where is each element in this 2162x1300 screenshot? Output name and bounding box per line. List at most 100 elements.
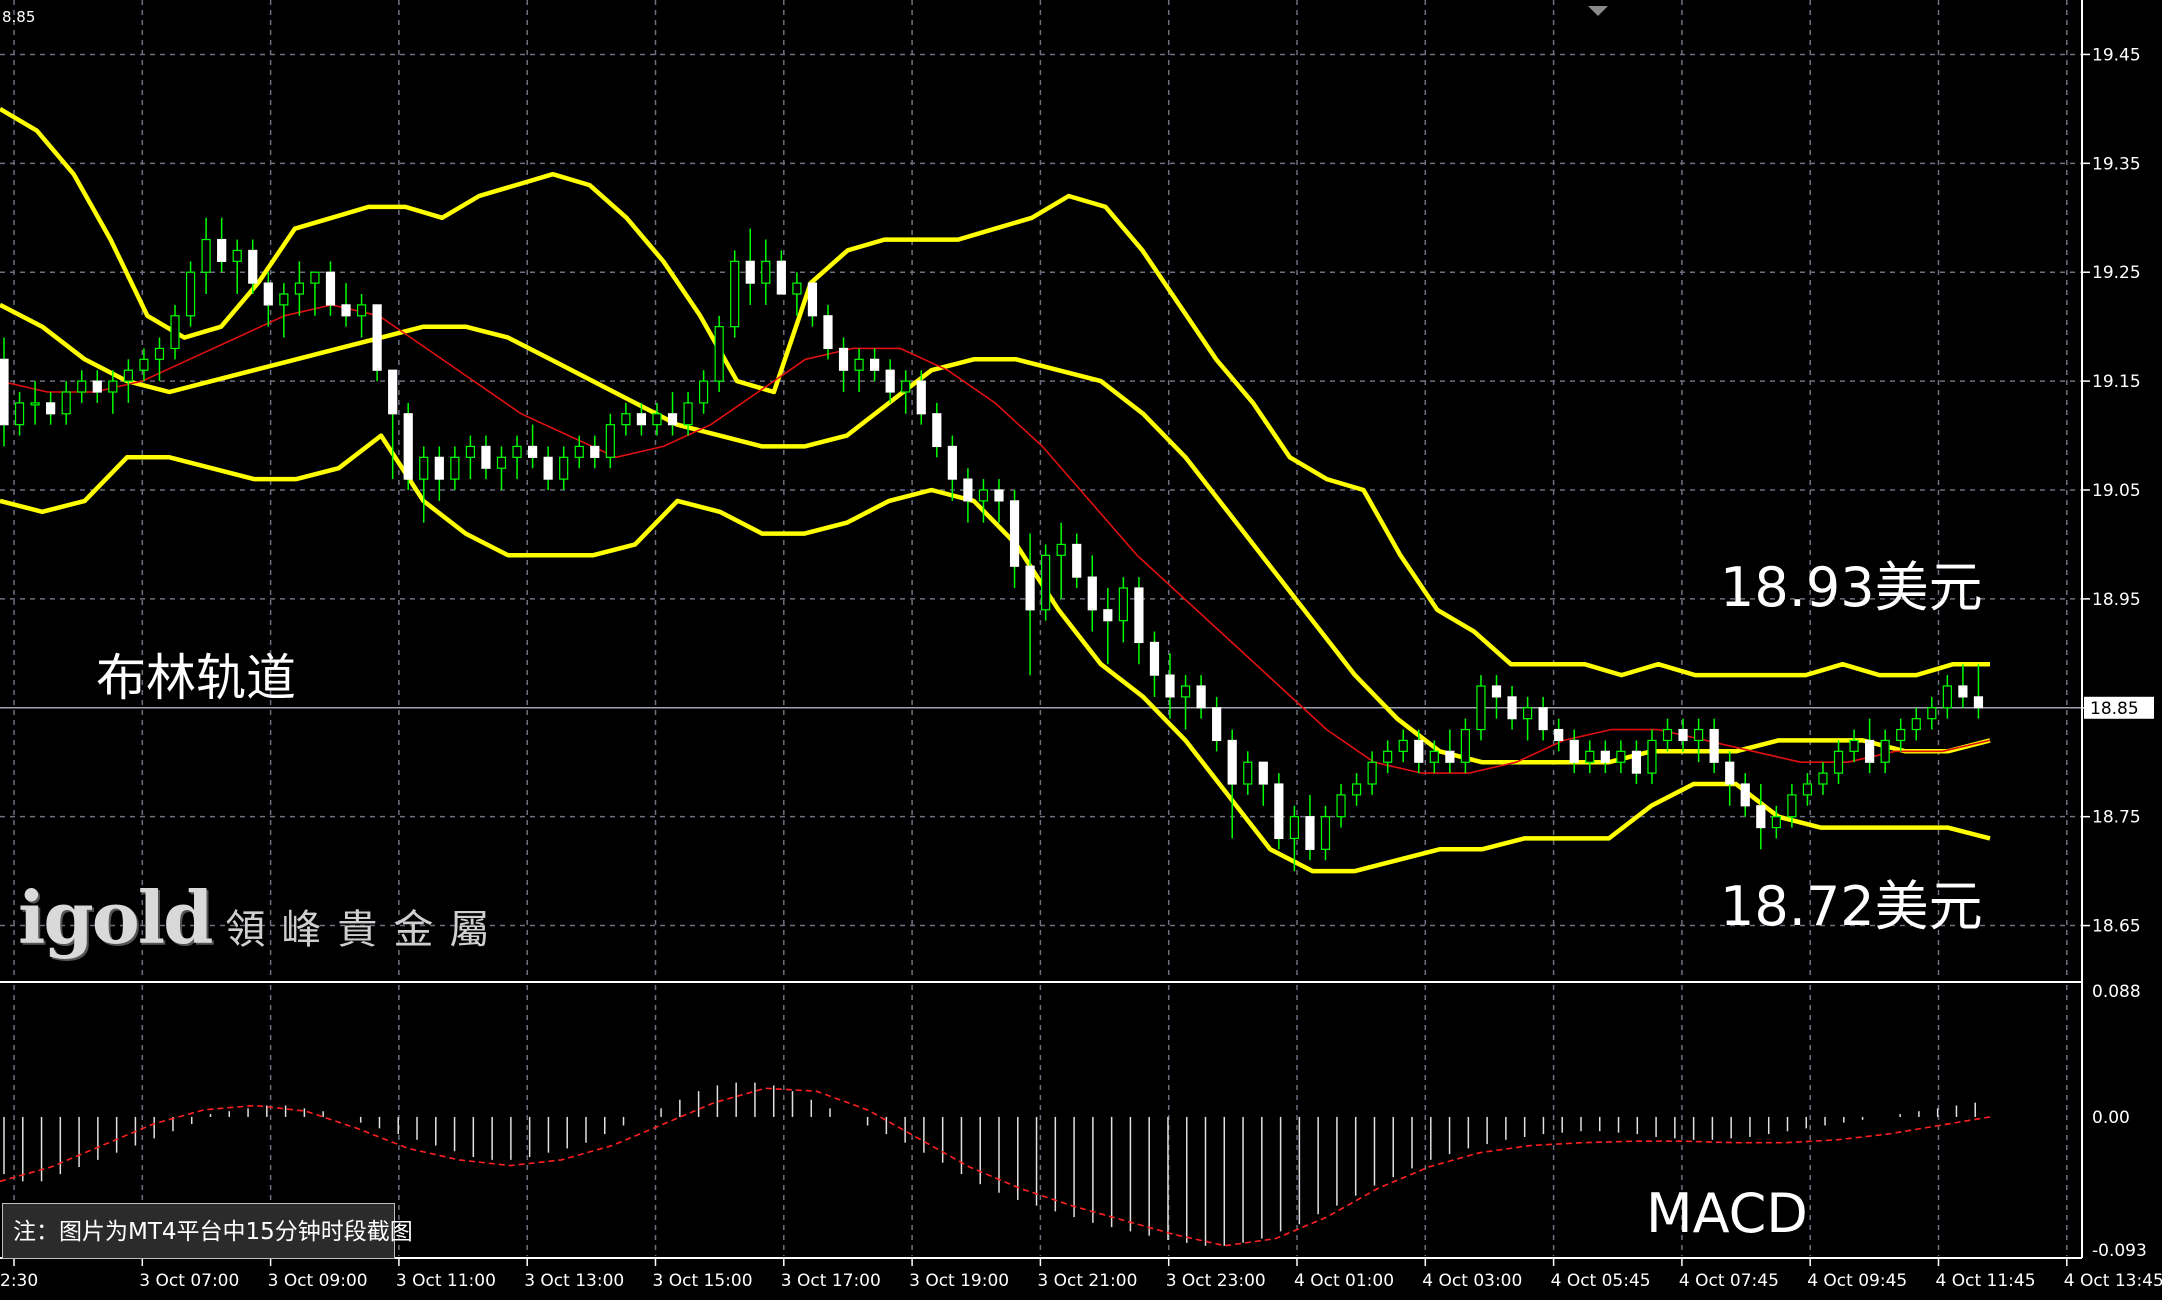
candle-body: [1072, 543, 1082, 578]
candle-body: [154, 347, 165, 360]
price-tick-label: 19.35: [2092, 154, 2141, 174]
candle-body: [636, 413, 647, 426]
candle-body: [730, 260, 740, 328]
candle-body: [1849, 739, 1859, 752]
bollinger-label: 布林轨道: [96, 649, 296, 707]
candle-body: [1445, 750, 1455, 763]
candle-body: [870, 358, 880, 371]
candle-body: [916, 380, 926, 415]
candle-body: [1600, 750, 1610, 763]
candle-body: [1569, 739, 1579, 763]
candle-body: [248, 249, 258, 284]
candle-body: [1833, 750, 1844, 774]
candle-body: [1336, 794, 1346, 818]
price-tick-label: 18.65: [2092, 917, 2141, 937]
candle-body: [139, 358, 149, 371]
candle-body: [1958, 685, 1968, 698]
time-tick-label: 4 Oct 11:45: [1936, 1271, 2036, 1291]
candle-body: [294, 282, 304, 295]
candle-body: [1740, 783, 1750, 807]
current-price-label: 18.85: [2090, 699, 2139, 719]
igold-logo: igold 領峰貴金屬: [18, 875, 505, 960]
candle-body: [279, 293, 289, 306]
moving-average-line: [0, 304, 1991, 774]
candle-body: [496, 456, 507, 469]
candle-body: [1927, 707, 1937, 720]
candle-body: [947, 445, 957, 480]
candle-body: [450, 456, 460, 480]
price-tick-label: 19.15: [2092, 372, 2141, 392]
time-tick-label: 3 Oct 09:00: [268, 1271, 368, 1291]
candle-body: [1709, 728, 1719, 763]
candle-body: [1103, 609, 1113, 622]
candle-body: [1414, 739, 1424, 763]
candle-body: [1383, 750, 1393, 763]
macd-tick-label: 0.00: [2092, 1108, 2130, 1128]
grid-lines: [0, 0, 2082, 1256]
time-tick-label: 3 Oct 11:00: [396, 1271, 496, 1291]
candle-body: [419, 456, 429, 480]
upper-level-label: 18.93美元: [1720, 556, 1983, 619]
candle-body: [543, 456, 553, 480]
candle-body: [403, 413, 413, 480]
candle-body: [1212, 707, 1222, 742]
candle-body: [1289, 816, 1299, 840]
candle-body: [61, 391, 71, 415]
logo-brand: igold: [18, 875, 213, 960]
macd-tick-label: 0.088: [2092, 982, 2141, 1002]
candle-body: [1041, 554, 1051, 611]
candle-body: [574, 445, 584, 458]
candle-body: [1522, 707, 1533, 720]
candle-body: [932, 413, 942, 448]
candle-body: [854, 358, 864, 371]
candle-body: [1243, 761, 1253, 785]
candle-body: [481, 445, 491, 469]
candle-body: [1802, 783, 1813, 796]
candle-body: [699, 380, 709, 404]
bollinger-middle-line: [0, 302, 1991, 765]
time-tick-label: 4 Oct 07:45: [1679, 1271, 1779, 1291]
candle-body: [372, 304, 382, 371]
candle-body: [465, 445, 476, 458]
candle-body: [1227, 739, 1237, 785]
time-tick-label: 4 Oct 13:45: [2064, 1271, 2162, 1291]
candle-body: [185, 271, 196, 317]
candle-body: [1398, 739, 1408, 752]
candle-body: [1818, 772, 1828, 785]
macd-tick-label: -0.093: [2092, 1241, 2147, 1261]
candle-body: [714, 326, 724, 382]
candle-body: [1694, 728, 1704, 742]
candle-body: [1320, 816, 1331, 850]
macd-label: MACD: [1646, 1182, 1808, 1245]
candle-body: [1538, 707, 1548, 731]
candle-body: [170, 315, 180, 350]
candle-body: [1865, 739, 1875, 763]
time-tick-label: 4 Oct 03:00: [1422, 1271, 1522, 1291]
candle-body: [263, 282, 273, 306]
candle-body: [1507, 696, 1517, 720]
candle-body: [1787, 794, 1797, 818]
candle-body: [1056, 543, 1066, 556]
candle-body: [527, 445, 538, 458]
candle-body: [559, 456, 569, 480]
candle-body: [761, 260, 771, 284]
candle-body: [1756, 805, 1766, 829]
candle-body: [310, 271, 320, 284]
time-tick-label: 4 Oct 01:00: [1294, 1271, 1394, 1291]
candle-body: [341, 304, 351, 317]
candle-body: [1554, 728, 1564, 742]
candle-body: [1585, 750, 1595, 763]
candle-body: [217, 238, 227, 262]
candle-body: [1367, 761, 1377, 785]
candle-body: [1911, 718, 1921, 731]
candle-body: [901, 380, 911, 393]
time-tick-label: 3 Oct 07:00: [139, 1271, 239, 1291]
price-tick-label: 18.75: [2092, 808, 2141, 828]
candle-body: [590, 445, 600, 458]
top-left-value: 8.85: [2, 8, 35, 26]
candle-body: [978, 489, 989, 502]
candle-body: [1274, 783, 1284, 840]
candle-body: [1149, 641, 1160, 676]
price-tick-label: 19.05: [2092, 481, 2141, 501]
time-tick-label: 3 Oct 21:00: [1037, 1271, 1137, 1291]
